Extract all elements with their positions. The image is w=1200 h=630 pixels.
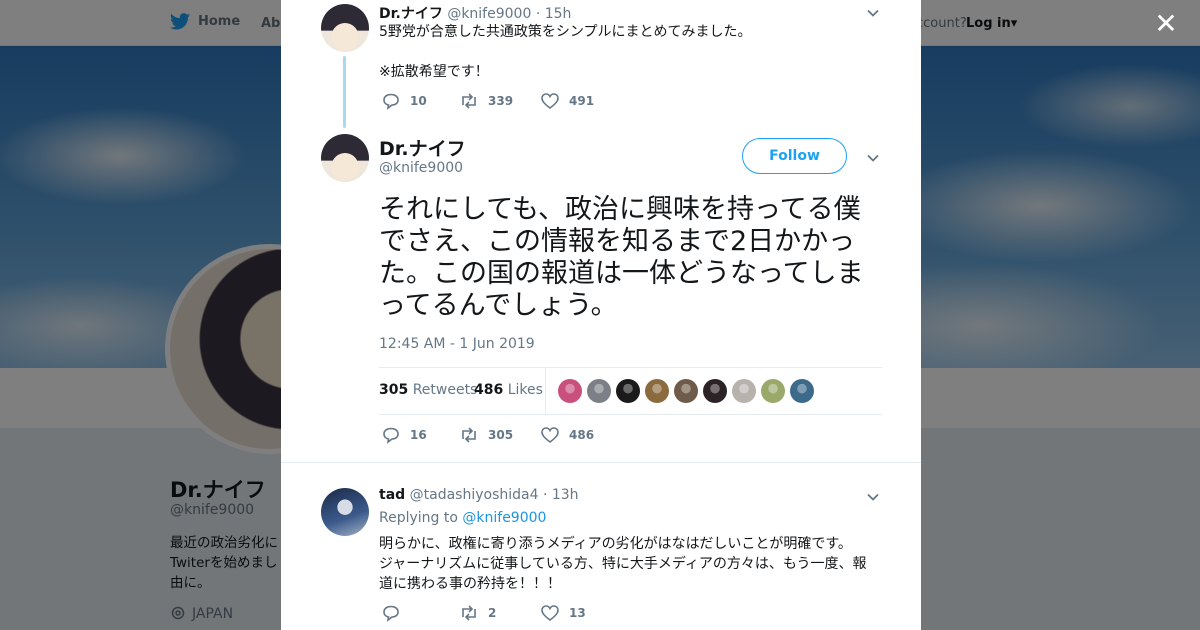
- like-action[interactable]: 486: [540, 426, 594, 444]
- stats-divider: [545, 368, 546, 415]
- tweet-stats: 305 Retweets 486 Likes: [379, 367, 882, 415]
- reply-count: 10: [410, 94, 427, 108]
- parent-tweet-time[interactable]: · 15h: [536, 6, 572, 22]
- reply-tweet-handle[interactable]: @tadashiyoshida4: [410, 487, 539, 503]
- replying-to-handle[interactable]: @knife9000: [462, 510, 546, 526]
- liker-avatar[interactable]: [674, 379, 698, 403]
- parent-tweet-handle[interactable]: @knife9000: [447, 6, 531, 22]
- reply-tweet-text: 明らかに、政権に寄り添うメディアの劣化がはなはだしいことが明確です。 ジャーナリ…: [379, 536, 867, 592]
- like-count: 491: [569, 94, 595, 108]
- retweets-stat[interactable]: 305 Retweets: [379, 382, 477, 398]
- parent-tweet-actions: 10 339 491: [381, 92, 594, 110]
- main-tweet-actions: 16 305 486: [381, 426, 594, 444]
- liker-avatar[interactable]: [703, 379, 727, 403]
- reply-tweet-actions: 2 13: [381, 604, 586, 622]
- retweet-action[interactable]: 305: [459, 426, 540, 444]
- liker-avatar[interactable]: [790, 379, 814, 403]
- replying-to: Replying to @knife9000: [379, 510, 546, 526]
- retweet-count: 2: [488, 606, 497, 620]
- retweet-count: 305: [488, 428, 514, 442]
- chevron-down-icon[interactable]: [866, 151, 880, 165]
- like-count: 486: [569, 428, 595, 442]
- retweet-icon: [462, 427, 476, 443]
- heart-icon: [541, 93, 559, 110]
- reply-tweet-avatar[interactable]: [321, 488, 369, 536]
- likes-stat-count: 486: [474, 382, 504, 398]
- reply-action[interactable]: 16: [381, 426, 459, 444]
- retweets-stat-label: Retweets: [412, 382, 478, 398]
- main-tweet-handle[interactable]: @knife9000: [379, 160, 463, 176]
- liker-avatar[interactable]: [558, 379, 582, 403]
- thread-line: [343, 56, 346, 128]
- parent-tweet-name[interactable]: Dr.ナイフ: [379, 6, 443, 22]
- retweet-action[interactable]: 339: [459, 92, 540, 110]
- liker-avatar[interactable]: [732, 379, 756, 403]
- main-tweet-name[interactable]: Dr.ナイフ: [379, 134, 466, 161]
- liker-avatar[interactable]: [761, 379, 785, 403]
- chevron-down-icon[interactable]: [866, 6, 880, 20]
- retweet-count: 339: [488, 94, 514, 108]
- retweet-icon: [462, 93, 476, 109]
- liker-avatars: [558, 379, 814, 403]
- divider: [281, 462, 921, 463]
- reply-icon: [383, 605, 399, 622]
- likes-stat[interactable]: 486 Likes: [474, 382, 543, 398]
- parent-tweet-avatar[interactable]: [321, 4, 369, 52]
- liker-avatar[interactable]: [645, 379, 669, 403]
- likes-stat-label: Likes: [507, 382, 543, 398]
- main-tweet-text: それにしても、政治に興味を持ってる僕でさえ、この情報を知るまで2日かかった。この…: [379, 194, 864, 321]
- replying-to-prefix: Replying to: [379, 510, 458, 526]
- tweet-modal: Dr.ナイフ @knife9000 · 15h 5野党が合意した共通政策をシンプ…: [281, 0, 921, 630]
- like-count: 13: [569, 606, 586, 620]
- retweets-stat-count: 305: [379, 382, 409, 398]
- main-tweet-avatar[interactable]: [321, 134, 369, 182]
- retweet-action[interactable]: 2: [459, 604, 540, 622]
- liker-avatar[interactable]: [616, 379, 640, 403]
- retweet-icon: [462, 605, 476, 621]
- reply-tweet-header: tad @tadashiyoshida4 · 13h: [379, 487, 579, 503]
- parent-tweet-header: Dr.ナイフ @knife9000 · 15h: [379, 3, 571, 23]
- reply-count: 16: [410, 428, 427, 442]
- like-action[interactable]: 491: [540, 92, 594, 110]
- heart-icon: [541, 427, 559, 444]
- chevron-down-icon[interactable]: [866, 490, 880, 504]
- reply-action[interactable]: [381, 604, 459, 622]
- reply-icon: [383, 93, 399, 110]
- main-tweet-timestamp[interactable]: 12:45 AM - 1 Jun 2019: [379, 336, 535, 352]
- liker-avatar[interactable]: [587, 379, 611, 403]
- close-icon[interactable]: ✕: [1152, 10, 1180, 38]
- like-action[interactable]: 13: [540, 604, 586, 622]
- heart-icon: [541, 605, 559, 622]
- reply-tweet-time[interactable]: · 13h: [543, 487, 579, 503]
- reply-tweet-name[interactable]: tad: [379, 487, 405, 503]
- follow-button[interactable]: Follow: [742, 138, 847, 174]
- parent-tweet-text: 5野党が合意した共通政策をシンプルにまとめてみました。 ※拡散希望です！: [379, 24, 752, 80]
- reply-icon: [383, 427, 399, 444]
- reply-action[interactable]: 10: [381, 92, 459, 110]
